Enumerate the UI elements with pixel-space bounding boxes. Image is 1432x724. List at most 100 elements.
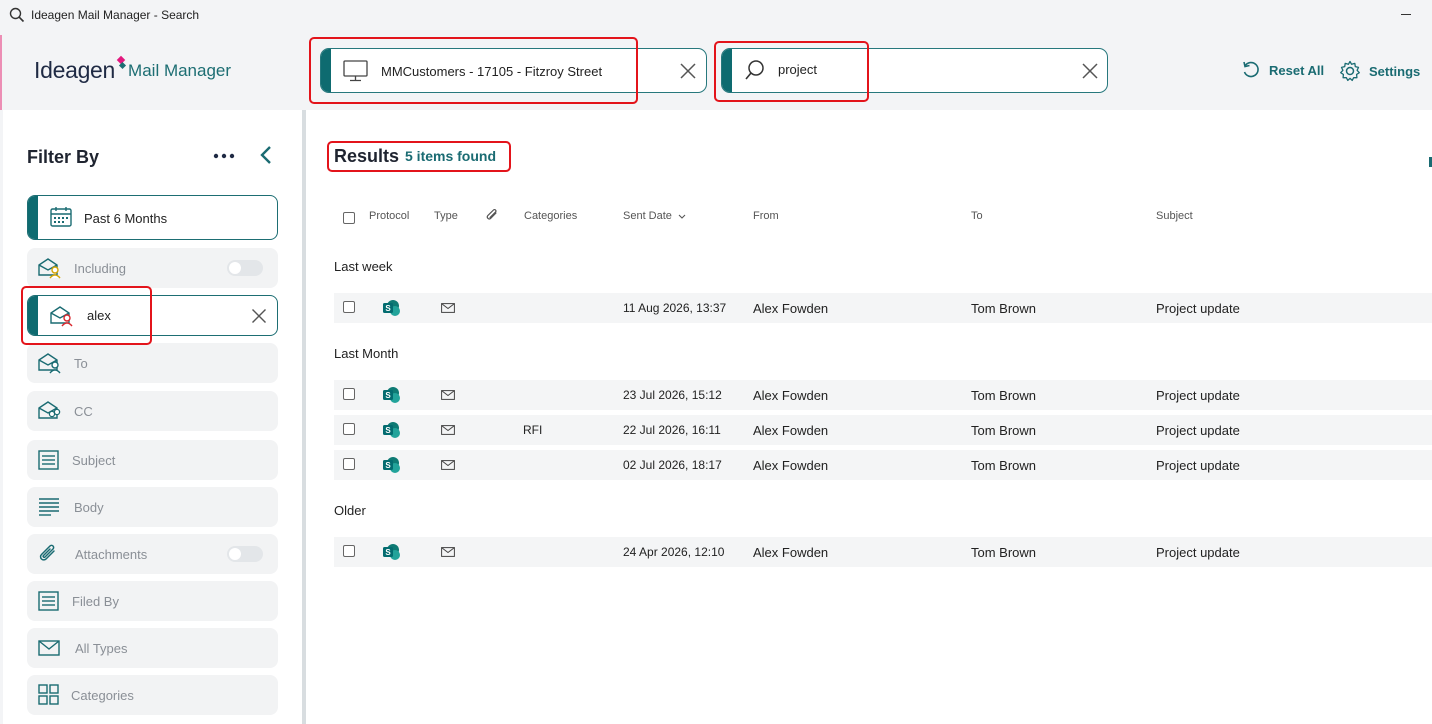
row-checkbox[interactable] [343, 423, 355, 435]
col-from[interactable]: From [753, 210, 779, 222]
group-label: Last week [334, 259, 393, 274]
row-from: Alex Fowden [753, 423, 829, 438]
table-row[interactable]: S 23 Jul 2026, 15:12 Alex Fowden Tom Bro… [334, 380, 1432, 410]
chevron-left-icon[interactable] [258, 145, 274, 165]
close-icon[interactable] [679, 62, 697, 80]
filter-body[interactable]: Body [27, 487, 278, 527]
settings-button[interactable]: Settings [1339, 60, 1420, 82]
reset-all-label: Reset All [1269, 62, 1325, 78]
table-row[interactable]: S 02 Jul 2026, 18:17 Alex Fowden Tom Bro… [334, 450, 1432, 480]
group-label: Older [334, 503, 366, 518]
paperclip-icon[interactable] [485, 208, 499, 224]
row-to: Tom Brown [971, 545, 1037, 560]
including-toggle[interactable] [227, 260, 263, 276]
envelope-icon [441, 460, 455, 470]
envelope-people-icon [38, 401, 61, 419]
row-date: 02 Jul 2026, 18:17 [623, 458, 722, 472]
filter-subject[interactable]: Subject [27, 440, 278, 480]
filter-including-label: Including [74, 261, 127, 276]
gear-icon [1340, 60, 1360, 82]
row-subject: Project update [1156, 545, 1240, 560]
row-subject: Project update [1156, 301, 1240, 316]
col-type[interactable]: Type [434, 210, 458, 222]
table-row[interactable]: S RFI 22 Jul 2026, 16:11 Alex Fowden Tom… [334, 415, 1432, 445]
results-panel: Results 5 items found Protocol Type Cate… [306, 110, 1432, 724]
row-date: 23 Jul 2026, 15:12 [623, 388, 722, 402]
sharepoint-icon: S [383, 422, 400, 438]
row-to: Tom Brown [971, 301, 1037, 316]
envelope-icon [441, 425, 455, 435]
logo-main-text: Ideagen [34, 57, 116, 83]
sharepoint-icon: S [383, 387, 400, 403]
filter-filed-by-label: Filed By [72, 594, 119, 609]
filter-date-range[interactable]: Past 6 Months [27, 195, 278, 240]
row-from: Alex Fowden [753, 388, 829, 403]
sharepoint-icon: S [383, 457, 400, 473]
row-from: Alex Fowden [753, 545, 829, 560]
group-label: Last Month [334, 346, 399, 361]
row-date: 22 Jul 2026, 16:11 [623, 423, 721, 437]
reset-all-button[interactable]: Reset All [1241, 60, 1324, 80]
filter-title: Filter By [27, 147, 100, 167]
svg-text:S: S [385, 461, 391, 470]
filter-filed-by[interactable]: Filed By [27, 581, 278, 621]
filter-body-label: Body [74, 500, 104, 515]
app-logo: Ideagen Mail Manager [34, 53, 231, 83]
chevron-down-icon[interactable] [678, 214, 686, 220]
filter-sidebar: Filter By Past 6 Months Including alex T… [0, 110, 303, 724]
settings-label: Settings [1369, 63, 1421, 79]
envelope-person-icon [38, 258, 61, 279]
row-from: Alex Fowden [753, 301, 829, 316]
sidebar-edge [0, 110, 3, 724]
sharepoint-icon: S [383, 544, 400, 560]
more-options-icon[interactable] [212, 152, 236, 160]
svg-text:S: S [385, 391, 391, 400]
row-date: 24 Apr 2026, 12:10 [623, 545, 725, 559]
envelope-people-icon [38, 353, 61, 374]
row-checkbox[interactable] [343, 388, 355, 400]
title-bar: Ideagen Mail Manager - Search [0, 0, 1432, 31]
subject-icon [38, 450, 59, 470]
envelope-icon [441, 547, 455, 557]
minimize-button[interactable] [1401, 14, 1411, 15]
highlight-box [327, 141, 511, 172]
row-checkbox[interactable] [343, 545, 355, 557]
filter-to[interactable]: To [27, 343, 278, 383]
row-checkbox[interactable] [343, 301, 355, 313]
table-row[interactable]: S 11 Aug 2026, 13:37 Alex Fowden Tom Bro… [334, 293, 1432, 323]
row-subject: Project update [1156, 458, 1240, 473]
filter-attachments-label: Attachments [75, 547, 148, 562]
highlight-box [21, 286, 152, 345]
col-sent-date[interactable]: Sent Date [623, 210, 672, 222]
filter-cc[interactable]: CC [27, 391, 278, 431]
close-icon[interactable] [1081, 62, 1099, 80]
filter-all-types[interactable]: All Types [27, 628, 278, 668]
row-to: Tom Brown [971, 423, 1037, 438]
filter-categories-label: Categories [71, 688, 134, 703]
window-title: Ideagen Mail Manager - Search [31, 8, 200, 22]
row-date: 11 Aug 2026, 13:37 [623, 301, 727, 315]
col-categories[interactable]: Categories [524, 210, 577, 222]
filter-all-types-label: All Types [75, 641, 128, 656]
col-protocol[interactable]: Protocol [369, 210, 409, 222]
svg-text:S: S [385, 304, 391, 313]
attachments-toggle[interactable] [227, 546, 263, 562]
table-row[interactable]: S 24 Apr 2026, 12:10 Alex Fowden Tom Bro… [334, 537, 1432, 567]
filter-including[interactable]: Including [27, 248, 278, 288]
filter-attachments[interactable]: Attachments [27, 534, 278, 574]
col-to[interactable]: To [971, 210, 983, 222]
filed-by-icon [38, 591, 59, 611]
close-icon[interactable] [251, 308, 267, 324]
row-subject: Project update [1156, 388, 1240, 403]
filter-date-label: Past 6 Months [84, 211, 168, 226]
row-checkbox[interactable] [343, 458, 355, 470]
filter-accent [28, 196, 38, 239]
grid-icon [38, 684, 59, 705]
filter-categories[interactable]: Categories [27, 675, 278, 715]
select-all-checkbox[interactable] [343, 212, 355, 224]
highlight-box [714, 41, 869, 102]
row-from: Alex Fowden [753, 458, 829, 473]
col-subject[interactable]: Subject [1156, 210, 1193, 222]
row-category: RFI [523, 423, 543, 437]
sharepoint-icon: S [383, 300, 400, 316]
